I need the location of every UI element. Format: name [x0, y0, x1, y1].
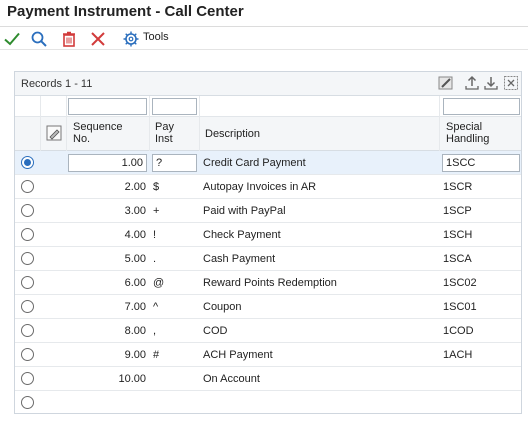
search-icon[interactable] [30, 30, 48, 48]
gear-icon[interactable] [122, 30, 140, 48]
row-select-radio[interactable] [21, 252, 34, 265]
pay-inst-cell: # [153, 349, 160, 361]
filter-row [15, 96, 521, 117]
description-cell: Paid with PayPal [203, 205, 286, 217]
pay-inst-cell: ! [153, 229, 157, 241]
row-select-radio[interactable] [21, 372, 34, 385]
special-handling-cell: 1COD [443, 325, 474, 337]
special-handling-cell-input[interactable]: 1SCC [442, 154, 520, 172]
column-header-row: Sequence No. Pay Inst Description Specia… [15, 117, 521, 151]
row-select-radio[interactable] [21, 276, 34, 289]
table-row[interactable]: 9.00 # ACH Payment 1ACH [15, 343, 521, 367]
description-cell: On Account [203, 373, 260, 385]
grid-settings-icon[interactable] [503, 75, 519, 91]
records-grid: Records 1 - 11 Sequence No. Pay Inst Des… [14, 71, 522, 414]
row-select-radio[interactable] [21, 324, 34, 337]
special-handling-cell: 1SCH [443, 229, 473, 241]
row-select-radio[interactable] [21, 396, 34, 409]
row-select-radio[interactable] [21, 204, 34, 217]
pay-inst-cell: + [153, 205, 160, 217]
special-handling-cell: 1ACH [443, 349, 473, 361]
description-cell: Reward Points Redemption [203, 277, 337, 289]
table-row[interactable]: 7.00 ^ Coupon 1SC01 [15, 295, 521, 319]
pay-inst-cell-input[interactable]: ? [152, 154, 197, 172]
special-handling-cell: 1SCP [443, 205, 472, 217]
description-cell: Autopay Invoices in AR [203, 181, 317, 193]
sequence-cell [68, 391, 146, 413]
column-header-description[interactable]: Description [205, 128, 260, 140]
column-header-sequence-line1: Sequence [73, 121, 123, 133]
description-cell: Cash Payment [203, 253, 276, 265]
pay-inst-cell: @ [153, 277, 165, 289]
column-header-special-handling[interactable]: Special Handling [446, 121, 489, 145]
description-cell: Coupon [203, 301, 242, 313]
description-cell: Credit Card Payment [203, 157, 306, 169]
column-header-pay-inst-line2: Inst [155, 133, 173, 145]
sequence-cell: 6.00 [124, 277, 146, 289]
description-cell: Check Payment [203, 229, 281, 241]
grid-header: Records 1 - 11 [15, 72, 521, 96]
pay-inst-cell: , [153, 325, 157, 337]
page-title: Payment Instrument - Call Center [7, 3, 244, 20]
grid-rows: 1.00? Credit Card Payment 1SCC 2.00 $ Autopay… [15, 151, 521, 413]
special-handling-cell: 1SC01 [443, 301, 477, 313]
column-header-sequence[interactable]: Sequence No. [73, 121, 123, 145]
sequence-filter-input[interactable] [68, 98, 147, 115]
table-row[interactable]: 10.00 On Account [15, 367, 521, 391]
export-icon[interactable] [464, 75, 480, 91]
pay-inst-cell: . [153, 253, 157, 265]
row-select-radio[interactable] [21, 300, 34, 313]
table-row[interactable]: 2.00 $ Autopay Invoices in AR 1SCR [15, 175, 521, 199]
column-header-pay-inst-line1: Pay [155, 121, 174, 133]
check-icon[interactable] [3, 30, 21, 48]
title-divider [0, 26, 528, 27]
row-edit-icon[interactable] [46, 125, 62, 141]
delete-icon[interactable] [60, 30, 78, 48]
table-row[interactable]: 8.00, COD 1COD [15, 319, 521, 343]
table-row[interactable]: 1.00? Credit Card Payment 1SCC [15, 151, 521, 175]
column-header-sequence-line2: No. [73, 133, 91, 145]
sequence-cell: 3.00 [124, 205, 146, 217]
table-row[interactable]: 6.00 @ Reward Points Redemption 1SC02 [15, 271, 521, 295]
sequence-cell: 4.00 [124, 229, 146, 241]
sequence-cell-input[interactable]: 1.00 [68, 154, 147, 172]
edit-grid-icon[interactable] [438, 75, 454, 91]
column-header-special-line2: Handling [446, 133, 490, 145]
row-select-radio[interactable] [21, 348, 34, 361]
sequence-cell: 9.00 [124, 349, 146, 361]
table-row[interactable]: 4.00! Check Payment 1SCH [15, 223, 521, 247]
special-handling-cell: 1SCR [443, 181, 473, 193]
sequence-cell: 2.00 [124, 181, 146, 193]
table-row[interactable]: 3.00 + Paid with PayPal 1SCP [15, 199, 521, 223]
import-icon[interactable] [483, 75, 499, 91]
special-handling-cell: 1SCA [443, 253, 472, 265]
row-select-radio[interactable] [21, 228, 34, 241]
sequence-cell: 8.00 [124, 325, 146, 337]
sequence-cell: 7.00 [124, 301, 146, 313]
column-header-special-line1: Special [446, 121, 483, 133]
special-handling-cell: 1SC02 [443, 277, 477, 289]
description-cell: COD [203, 325, 228, 337]
toolbar: Tools [0, 28, 528, 50]
description-cell: ACH Payment [203, 349, 273, 361]
row-select-radio[interactable] [21, 180, 34, 193]
sequence-cell: 5.00 [124, 253, 146, 265]
sequence-cell: 10.00 [118, 373, 146, 385]
table-row[interactable]: 5.00. Cash Payment 1SCA [15, 247, 521, 271]
close-icon[interactable] [89, 30, 107, 48]
toolbar-divider [0, 49, 528, 50]
column-header-pay-inst[interactable]: Pay Inst [155, 121, 174, 145]
pay-inst-cell: ^ [153, 301, 159, 313]
pay-inst-cell: $ [153, 181, 160, 193]
pay-inst-filter-input[interactable] [152, 98, 197, 115]
special-handling-filter-input[interactable] [443, 98, 520, 115]
records-count: Records 1 - 11 [21, 78, 93, 90]
table-row[interactable] [15, 391, 521, 413]
tools-menu-label[interactable]: Tools [143, 31, 169, 43]
row-select-radio[interactable] [21, 156, 34, 169]
